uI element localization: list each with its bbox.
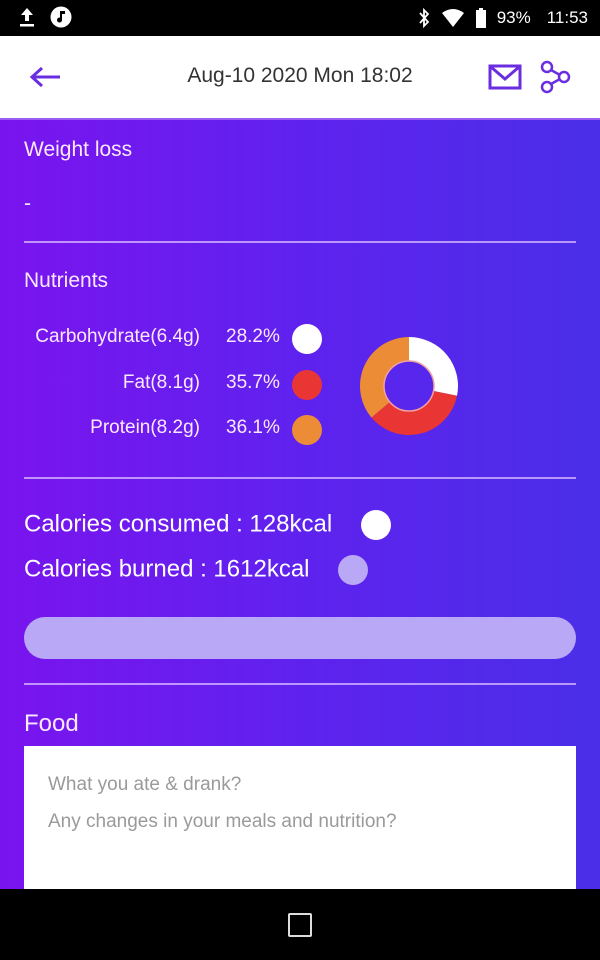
calories-progress-bar <box>24 617 576 659</box>
donut-slice-protein <box>360 337 409 418</box>
nutrient-percent: 36.1% <box>226 417 280 438</box>
upload-icon <box>20 8 34 27</box>
mail-icon <box>488 64 522 90</box>
app-bar: Aug-10 2020 Mon 18:02 <box>0 36 600 120</box>
nutrient-row-fat: Fat(8.1g) 35.7% <box>0 370 330 402</box>
nutrient-color-dot <box>292 415 322 445</box>
food-label: Food <box>24 710 79 737</box>
mail-button[interactable] <box>488 64 522 95</box>
weight-loss-label: Weight loss <box>24 138 133 161</box>
consumed-color-dot <box>360 510 391 540</box>
calories-burned-label: Calories burned : 1612kcal <box>24 555 310 583</box>
content-area: Weight loss - Nutrients Carbohydrate(6.4… <box>0 120 600 896</box>
nutrient-name: Protein(8.2g) <box>90 417 200 438</box>
food-placeholder-line1: What you ate & drank? <box>48 774 242 795</box>
wifi-icon <box>441 9 464 27</box>
calories-consumed-label: Calories consumed : 128kcal <box>24 510 333 538</box>
battery-percent: 93% <box>496 8 531 27</box>
burned-color-dot <box>338 555 369 585</box>
divider <box>24 477 576 479</box>
status-bar: 93% 11:53 <box>0 0 600 36</box>
nutrients-label: Nutrients <box>24 269 109 292</box>
bluetooth-icon <box>419 7 429 29</box>
music-note-icon <box>50 6 72 28</box>
nutrient-name: Fat(8.1g) <box>122 372 200 393</box>
donut-inner-ring <box>383 360 435 412</box>
nutrient-name: Carbohydrate(6.4g) <box>35 326 200 347</box>
divider <box>24 683 576 685</box>
nav-bar <box>0 889 600 960</box>
weight-loss-value: - <box>24 192 31 215</box>
nutrient-percent: 35.7% <box>226 372 280 393</box>
food-placeholder-line2: Any changes in your meals and nutrition? <box>48 811 397 832</box>
nutrient-row-carbohydrate: Carbohydrate(6.4g) 28.2% <box>0 324 330 356</box>
calories-consumed: Calories consumed : 128kcal <box>24 510 391 540</box>
nutrient-color-dot <box>292 370 322 400</box>
square-home-icon[interactable] <box>288 913 312 937</box>
share-icon <box>540 60 571 94</box>
divider <box>24 241 576 243</box>
nutrient-percent: 28.2% <box>226 326 280 347</box>
clock: 11:53 <box>546 8 588 27</box>
calories-burned: Calories burned : 1612kcal <box>24 555 369 585</box>
nutrient-donut-chart <box>360 337 458 435</box>
nutrient-row-protein: Protein(8.2g) 36.1% <box>0 415 330 447</box>
food-input[interactable]: What you ate & drank? Any changes in you… <box>24 746 576 896</box>
share-button[interactable] <box>538 60 572 99</box>
nutrient-color-dot <box>292 324 322 354</box>
battery-icon <box>475 8 486 28</box>
